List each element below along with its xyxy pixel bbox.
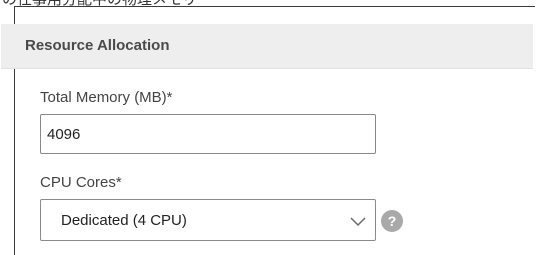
- section-header: Resource Allocation: [1, 24, 533, 69]
- total-memory-label: Total Memory (MB)*: [40, 89, 173, 106]
- cpu-cores-label: CPU Cores*: [40, 174, 122, 191]
- help-icon[interactable]: ?: [381, 210, 403, 232]
- section-title: Resource Allocation: [25, 37, 170, 54]
- chevron-down-icon: [350, 217, 366, 227]
- total-memory-input[interactable]: [40, 114, 376, 154]
- cpu-cores-select[interactable]: Dedicated (4 CPU): [40, 199, 376, 241]
- resource-allocation-screen: の仕事用分配中の物理メモリ Resource Allocation Total …: [0, 0, 548, 255]
- cpu-cores-selected-value: Dedicated (4 CPU): [61, 212, 187, 229]
